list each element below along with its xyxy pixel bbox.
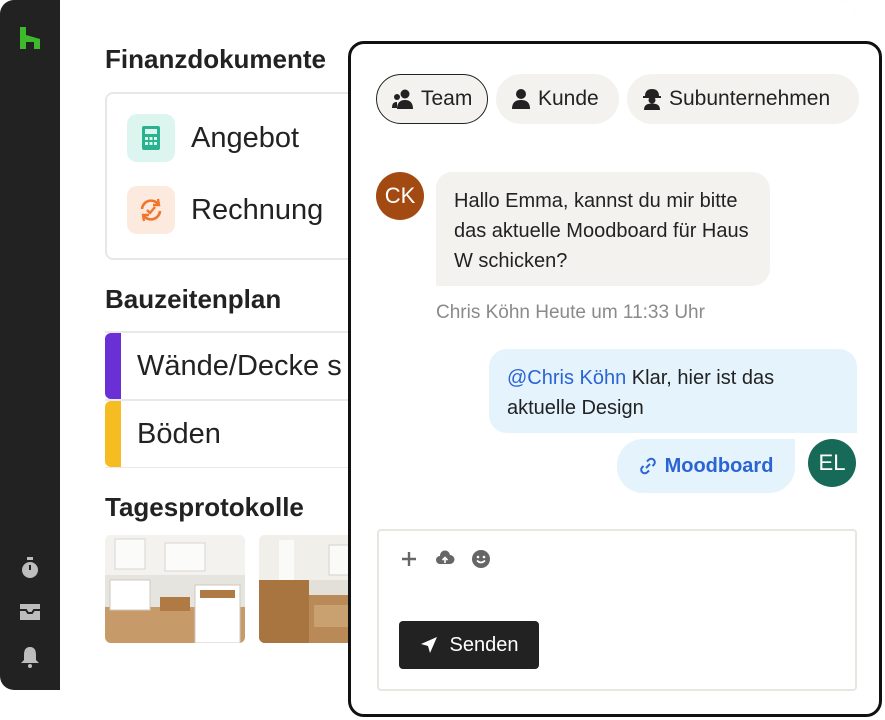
avatar[interactable]: EL: [808, 439, 856, 487]
incoming-message: Hallo Emma, kannst du mir bitte das aktu…: [436, 172, 770, 286]
finance-item-rechnung[interactable]: Rechnung: [127, 186, 323, 234]
tab-kunde[interactable]: Kunde: [496, 74, 619, 124]
schedule-item-label: Böden: [137, 417, 221, 450]
schedule-item-label: Wände/Decke s: [137, 349, 342, 382]
person-icon: [512, 89, 530, 109]
plus-icon[interactable]: [399, 549, 419, 569]
cloud-upload-icon[interactable]: [435, 549, 455, 569]
emoji-icon[interactable]: [471, 549, 491, 569]
daily-log-photo-1[interactable]: [105, 535, 245, 643]
moodboard-attachment[interactable]: Moodboard: [617, 439, 795, 493]
avatar[interactable]: CK: [376, 172, 424, 220]
worker-icon: [643, 89, 661, 110]
schedule-color-bar: [105, 401, 121, 467]
schedule-color-bar: [105, 333, 121, 399]
chat-panel: Team Kunde Subunternehmen CK Hallo Emma,…: [348, 41, 882, 717]
attachment-label: Moodboard: [664, 454, 774, 477]
message-composer[interactable]: Senden: [377, 529, 857, 691]
tab-label: Subunternehmen: [669, 87, 831, 110]
daily-logs-section-title: Tagesprotokolle: [105, 492, 304, 522]
send-icon: [420, 637, 437, 653]
tab-label: Kunde: [538, 87, 599, 110]
sidebar: [0, 0, 60, 690]
inbox-icon[interactable]: [18, 600, 42, 624]
houzz-logo-icon[interactable]: [18, 26, 42, 50]
bell-icon[interactable]: [18, 645, 42, 669]
finance-section-title: Finanzdokumente: [105, 44, 327, 74]
timer-icon[interactable]: [18, 556, 42, 580]
send-button[interactable]: Senden: [399, 621, 539, 669]
mention-link[interactable]: @Chris Köhn: [507, 367, 626, 389]
tab-team[interactable]: Team: [376, 74, 488, 124]
finance-item-label: Angebot: [191, 121, 300, 154]
calculator-icon: [127, 114, 175, 162]
send-button-label: Senden: [449, 633, 519, 656]
outgoing-message: @Chris Köhn Klar, hier ist das aktuelle …: [489, 349, 857, 433]
team-icon: [392, 89, 413, 109]
message-meta: Chris Köhn Heute um 11:33 Uhr: [436, 302, 705, 323]
sync-icon: [127, 186, 175, 234]
link-icon: [639, 457, 656, 475]
finance-item-label: Rechnung: [191, 193, 324, 226]
tab-label: Team: [421, 87, 473, 110]
tab-subunternehmen[interactable]: Subunternehmen: [627, 74, 859, 124]
schedule-section-title: Bauzeitenplan: [105, 284, 282, 314]
finance-item-angebot[interactable]: Angebot: [127, 114, 299, 162]
